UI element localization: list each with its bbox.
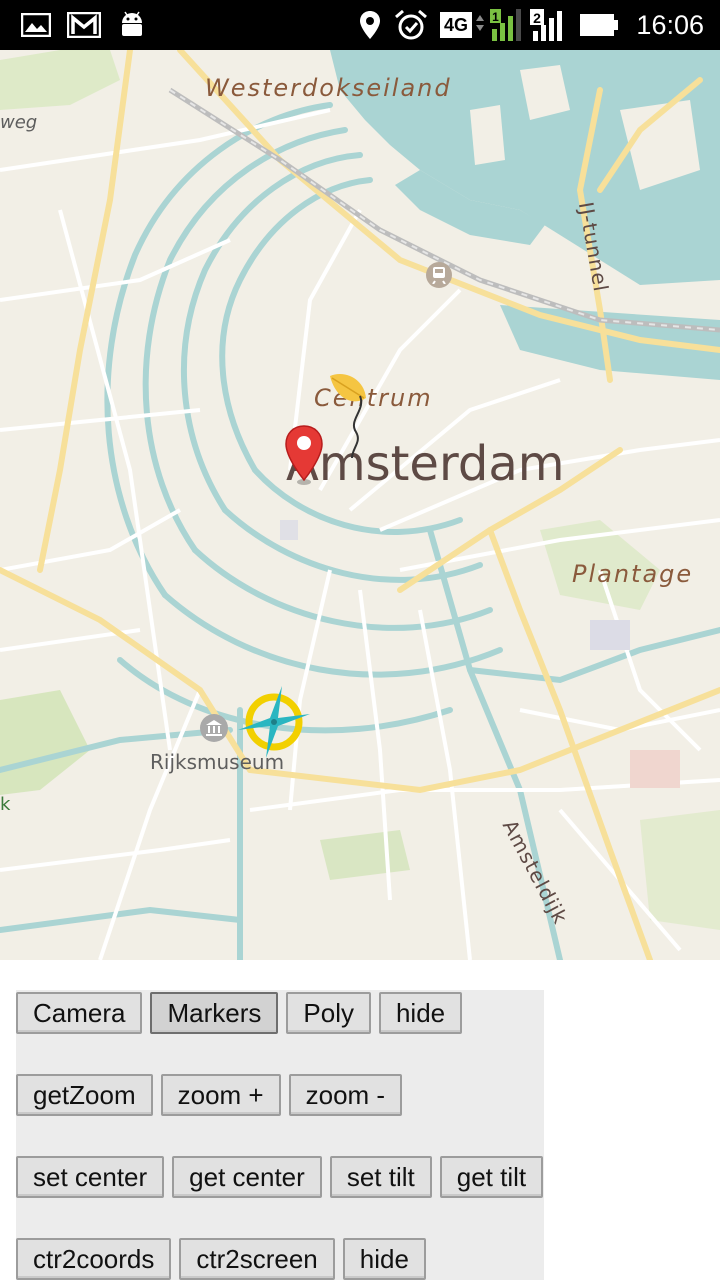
get-tilt-button[interactable]: get tilt [439, 1156, 544, 1198]
hide-button[interactable]: hide [378, 992, 463, 1034]
train-station-icon[interactable] [426, 262, 452, 288]
compass-marker[interactable] [236, 684, 312, 760]
map-tiles [0, 50, 720, 960]
map-pin-marker[interactable] [283, 424, 325, 486]
leaf-marker[interactable] [326, 370, 372, 460]
android-icon [118, 0, 146, 50]
controls-row-4: ctr2coords ctr2screen hide [16, 1238, 426, 1280]
museum-icon[interactable] [200, 714, 228, 742]
set-tilt-button[interactable]: set tilt [329, 1156, 432, 1198]
svg-text:1: 1 [492, 10, 499, 24]
zoom-in-button[interactable]: zoom + [160, 1074, 281, 1116]
map-view[interactable]: Westerdokseiland weg IJ-tunnel Centrum A… [0, 50, 720, 960]
hide-button-2[interactable]: hide [342, 1238, 426, 1280]
get-center-button[interactable]: get center [172, 1156, 322, 1198]
clock-time: 16:06 [636, 10, 704, 40]
controls-row-3: set center get center set tilt get tilt [16, 1156, 544, 1198]
signal-sim1-icon: 1 [474, 0, 524, 50]
label-weg-partial: weg [0, 112, 38, 133]
4g-icon: 4G [439, 0, 473, 50]
zoom-out-button[interactable]: zoom - [288, 1074, 403, 1116]
image-icon [20, 0, 52, 50]
label-plantage: Plantage [572, 560, 694, 588]
camera-button[interactable]: Camera [16, 992, 143, 1034]
label-k-partial: k [0, 794, 11, 815]
ctr2screen-button[interactable]: ctr2screen [179, 1238, 335, 1280]
location-icon [357, 0, 383, 50]
battery-icon [578, 0, 620, 50]
alarm-icon [393, 0, 429, 50]
status-bar: 4G 1 2 16:06 [0, 0, 720, 50]
markers-button[interactable]: Markers [150, 992, 279, 1034]
controls-row-2: getZoom zoom + zoom - [16, 1074, 403, 1116]
label-westerdokseiland: Westerdokseiland [205, 74, 452, 102]
ctr2coords-button[interactable]: ctr2coords [16, 1238, 172, 1280]
svg-text:2: 2 [533, 10, 541, 26]
get-zoom-button[interactable]: getZoom [16, 1074, 153, 1116]
poly-button[interactable]: Poly [286, 992, 371, 1034]
controls-row-1: Camera Markers Poly hide [16, 992, 463, 1034]
signal-sim2-icon: 2 [529, 0, 569, 50]
controls-panel: Camera Markers Poly hide getZoom zoom + … [16, 990, 544, 1280]
gmail-icon [66, 0, 102, 50]
set-center-button[interactable]: set center [16, 1156, 165, 1198]
